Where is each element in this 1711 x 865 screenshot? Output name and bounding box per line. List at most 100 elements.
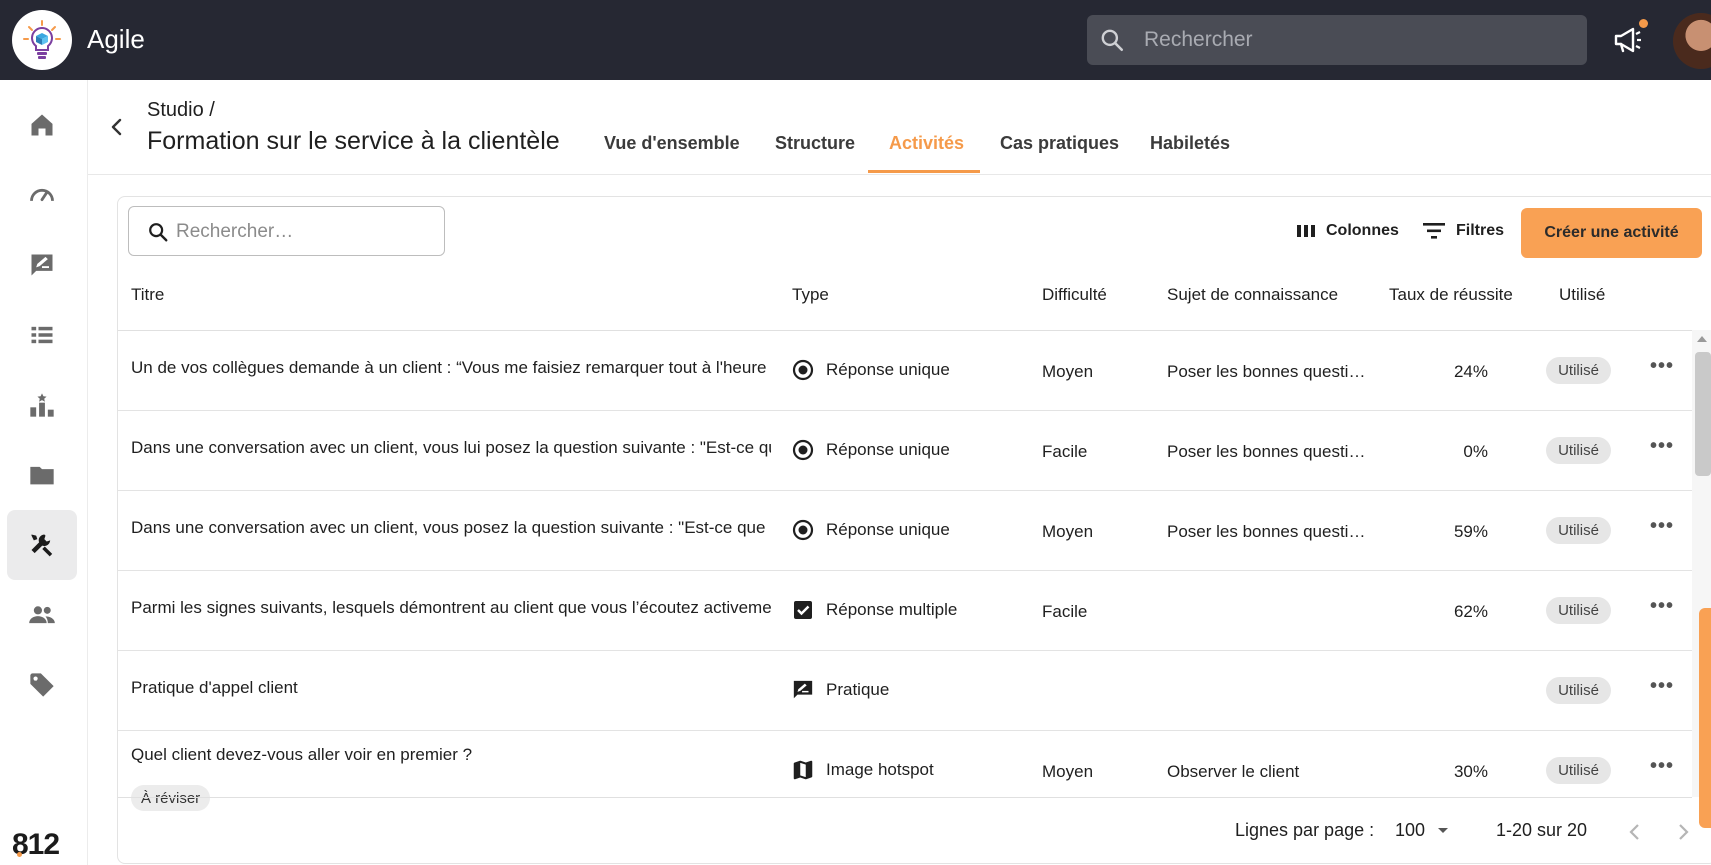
rows-per-page-value: 100 [1395, 820, 1426, 840]
table-row[interactable]: Dans une conversation avec un client, vo… [118, 491, 1692, 571]
practice-icon [793, 680, 813, 699]
rows-per-page-label: Lignes par page : [1235, 820, 1375, 840]
next-page-icon[interactable] [1675, 822, 1691, 842]
filter-icon [1423, 223, 1445, 239]
avatar[interactable] [1673, 13, 1711, 69]
breadcrumb[interactable]: Studio / [147, 99, 215, 122]
row-difficulty: Moyen [1042, 522, 1094, 541]
global-search-input[interactable]: Rechercher [1087, 15, 1587, 65]
row-type-label: Réponse unique [826, 520, 950, 539]
home-icon [31, 114, 53, 136]
row-subject: Poser les bonnes questions [1167, 362, 1367, 381]
create-activity-button[interactable]: Créer une activité [1521, 208, 1702, 258]
rate-review-icon [31, 254, 53, 276]
columns-button[interactable]: Colonnes [1296, 222, 1399, 240]
column-header-title[interactable]: Titre [131, 285, 164, 305]
tab-overview[interactable]: Vue d'ensemble [604, 133, 740, 154]
sidebar-item-dashboard[interactable] [7, 160, 77, 230]
row-type: Réponse unique [792, 519, 950, 541]
row-type: Réponse unique [792, 359, 950, 381]
column-header-difficulty[interactable]: Difficulté [1042, 285, 1107, 305]
table-row[interactable]: Un de vos collègues demande à un client … [118, 331, 1692, 411]
row-success-rate: 30% [1453, 762, 1488, 781]
active-tab-indicator [868, 170, 980, 173]
announcement-icon[interactable] [1613, 26, 1643, 54]
scroll-up-icon[interactable] [1697, 336, 1707, 342]
table-row[interactable]: Parmi les signes suivants, lesquels démo… [118, 571, 1692, 651]
column-header-used[interactable]: Utilisé [1559, 285, 1605, 305]
more-options-icon[interactable]: ••• [1650, 435, 1674, 458]
row-title: Dans une conversation avec un client, vo… [131, 438, 771, 457]
row-title: Pratique d'appel client [131, 678, 298, 697]
search-placeholder: Rechercher [1144, 28, 1253, 51]
side-panel-tab[interactable] [1699, 608, 1711, 828]
footer-divider [118, 797, 1692, 798]
top-bar: Agile Rechercher [0, 0, 1711, 80]
row-difficulty: Facile [1042, 602, 1088, 621]
row-success-rate: 59% [1453, 522, 1488, 541]
used-badge: Utilisé [1546, 757, 1611, 784]
sidebar-item-studio[interactable] [7, 510, 77, 580]
table-search-input[interactable]: Rechercher… [128, 206, 445, 256]
row-type: Réponse multiple [792, 599, 957, 621]
tools-icon [31, 534, 53, 557]
pagination-range: 1-20 sur 20 [1496, 820, 1588, 840]
row-subject: Observer le client [1167, 762, 1300, 781]
brand-dot [17, 852, 22, 857]
row-success-rate: 62% [1453, 602, 1488, 621]
used-badge: Utilisé [1546, 677, 1611, 704]
columns-icon [1297, 225, 1315, 237]
column-header-type[interactable]: Type [792, 285, 829, 305]
more-options-icon[interactable]: ••• [1650, 595, 1674, 618]
row-success-rate: 0% [1463, 442, 1488, 461]
columns-label: Colonnes [1326, 222, 1399, 239]
row-subject: Poser les bonnes questions [1167, 442, 1367, 461]
filters-button[interactable]: Filtres [1422, 222, 1504, 240]
tab-structure[interactable]: Structure [775, 133, 855, 154]
column-header-subject[interactable]: Sujet de connaissance [1167, 285, 1338, 305]
more-options-icon[interactable]: ••• [1650, 515, 1674, 538]
search-icon [1101, 29, 1124, 52]
app-logo[interactable] [12, 10, 72, 70]
table-row[interactable]: Quel client devez-vous aller voir en pre… [118, 731, 1692, 811]
row-type: Pratique [792, 679, 889, 701]
rows-per-page-select[interactable]: 100 [1395, 820, 1449, 841]
table-search-placeholder: Rechercher… [176, 221, 294, 242]
radio-icon [792, 359, 814, 381]
folder-icon [30, 466, 54, 485]
tab-case-studies[interactable]: Cas pratiques [1000, 133, 1119, 154]
used-badge: Utilisé [1546, 357, 1611, 384]
row-type-label: Image hotspot [826, 760, 934, 779]
radio-icon [792, 439, 814, 461]
table-row[interactable]: Pratique d'appel client Pratique Utilisé… [118, 651, 1692, 731]
sidebar-item-leaderboard[interactable] [7, 370, 77, 440]
previous-page-icon[interactable] [1627, 822, 1643, 842]
leaderboard-icon [30, 393, 54, 417]
scrollbar-thumb[interactable] [1695, 352, 1711, 476]
row-title: Dans une conversation avec un client, vo… [131, 518, 766, 537]
row-subject: Poser les bonnes questions [1167, 522, 1367, 541]
sidebar-item-folders[interactable] [7, 440, 77, 510]
column-header-success-rate[interactable]: Taux de réussite [1389, 285, 1513, 305]
table-row[interactable]: Dans une conversation avec un client, vo… [118, 411, 1692, 491]
tab-activities[interactable]: Activités [889, 133, 964, 154]
radio-icon [792, 519, 814, 541]
back-arrow-icon[interactable] [106, 115, 128, 139]
people-icon [29, 606, 55, 624]
more-options-icon[interactable]: ••• [1650, 675, 1674, 698]
more-options-icon[interactable]: ••• [1650, 755, 1674, 778]
row-type-label: Pratique [826, 680, 890, 699]
used-badge: Utilisé [1546, 437, 1611, 464]
sidebar-item-practice[interactable] [7, 230, 77, 300]
sidebar-item-users[interactable] [7, 580, 77, 650]
sidebar-item-tags[interactable] [7, 650, 77, 720]
list-icon [31, 326, 53, 344]
more-options-icon[interactable]: ••• [1650, 355, 1674, 378]
sidebar-item-home[interactable] [7, 90, 77, 160]
row-success-rate: 24% [1453, 362, 1488, 381]
row-difficulty: Moyen [1042, 762, 1094, 781]
row-title: Un de vos collègues demande à un client … [131, 358, 767, 377]
sidebar-item-list[interactable] [7, 300, 77, 370]
tag-icon [30, 673, 54, 697]
tab-skills[interactable]: Habiletés [1150, 133, 1230, 154]
